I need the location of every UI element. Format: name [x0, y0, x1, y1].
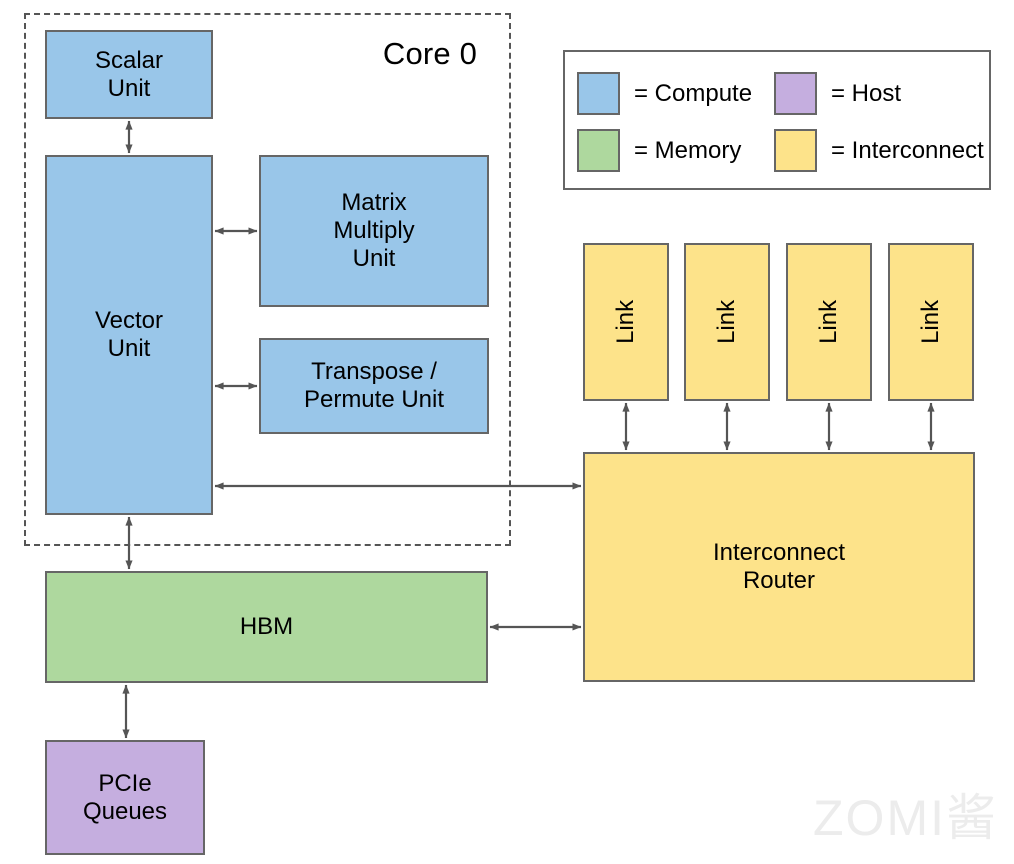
legend-label-memory: = Memory	[634, 136, 742, 164]
diagram-canvas: Core 0 Scalar Unit Vector Unit Matrix Mu…	[0, 0, 1014, 864]
hbm-box[interactable]: HBM	[45, 571, 488, 683]
legend-label-host: = Host	[831, 79, 902, 107]
legend-swatch-host	[774, 72, 817, 115]
link-label-3: Link	[917, 299, 945, 345]
link-label-2: Link	[815, 299, 843, 345]
link-label-1: Link	[713, 299, 741, 345]
matrix-multiply-unit-box[interactable]: Matrix Multiply Unit	[259, 155, 489, 307]
legend-label-interconnect: = Interconnect	[831, 136, 984, 164]
legend-item-compute: = Compute	[577, 72, 752, 115]
legend-item-host: = Host	[774, 72, 901, 115]
link-box-0[interactable]: Link	[583, 243, 669, 401]
legend-swatch-memory	[577, 129, 620, 172]
link-box-1[interactable]: Link	[684, 243, 770, 401]
scalar-unit-box[interactable]: Scalar Unit	[45, 30, 213, 119]
legend-item-memory: = Memory	[577, 129, 741, 172]
link-box-2[interactable]: Link	[786, 243, 872, 401]
legend-panel: = Compute = Host = Memory = Interconnect	[563, 50, 991, 190]
legend-swatch-interconnect	[774, 129, 817, 172]
link-box-3[interactable]: Link	[888, 243, 974, 401]
vector-unit-box[interactable]: Vector Unit	[45, 155, 213, 515]
interconnect-router-box[interactable]: Interconnect Router	[583, 452, 975, 682]
legend-item-interconnect: = Interconnect	[774, 129, 984, 172]
legend-swatch-compute	[577, 72, 620, 115]
link-label-0: Link	[612, 299, 640, 345]
pcie-queues-box[interactable]: PCIe Queues	[45, 740, 205, 855]
core-title: Core 0	[382, 36, 478, 71]
legend-label-compute: = Compute	[634, 79, 753, 107]
watermark: ZOMI酱	[813, 790, 998, 846]
transpose-permute-unit-box[interactable]: Transpose / Permute Unit	[259, 338, 489, 434]
